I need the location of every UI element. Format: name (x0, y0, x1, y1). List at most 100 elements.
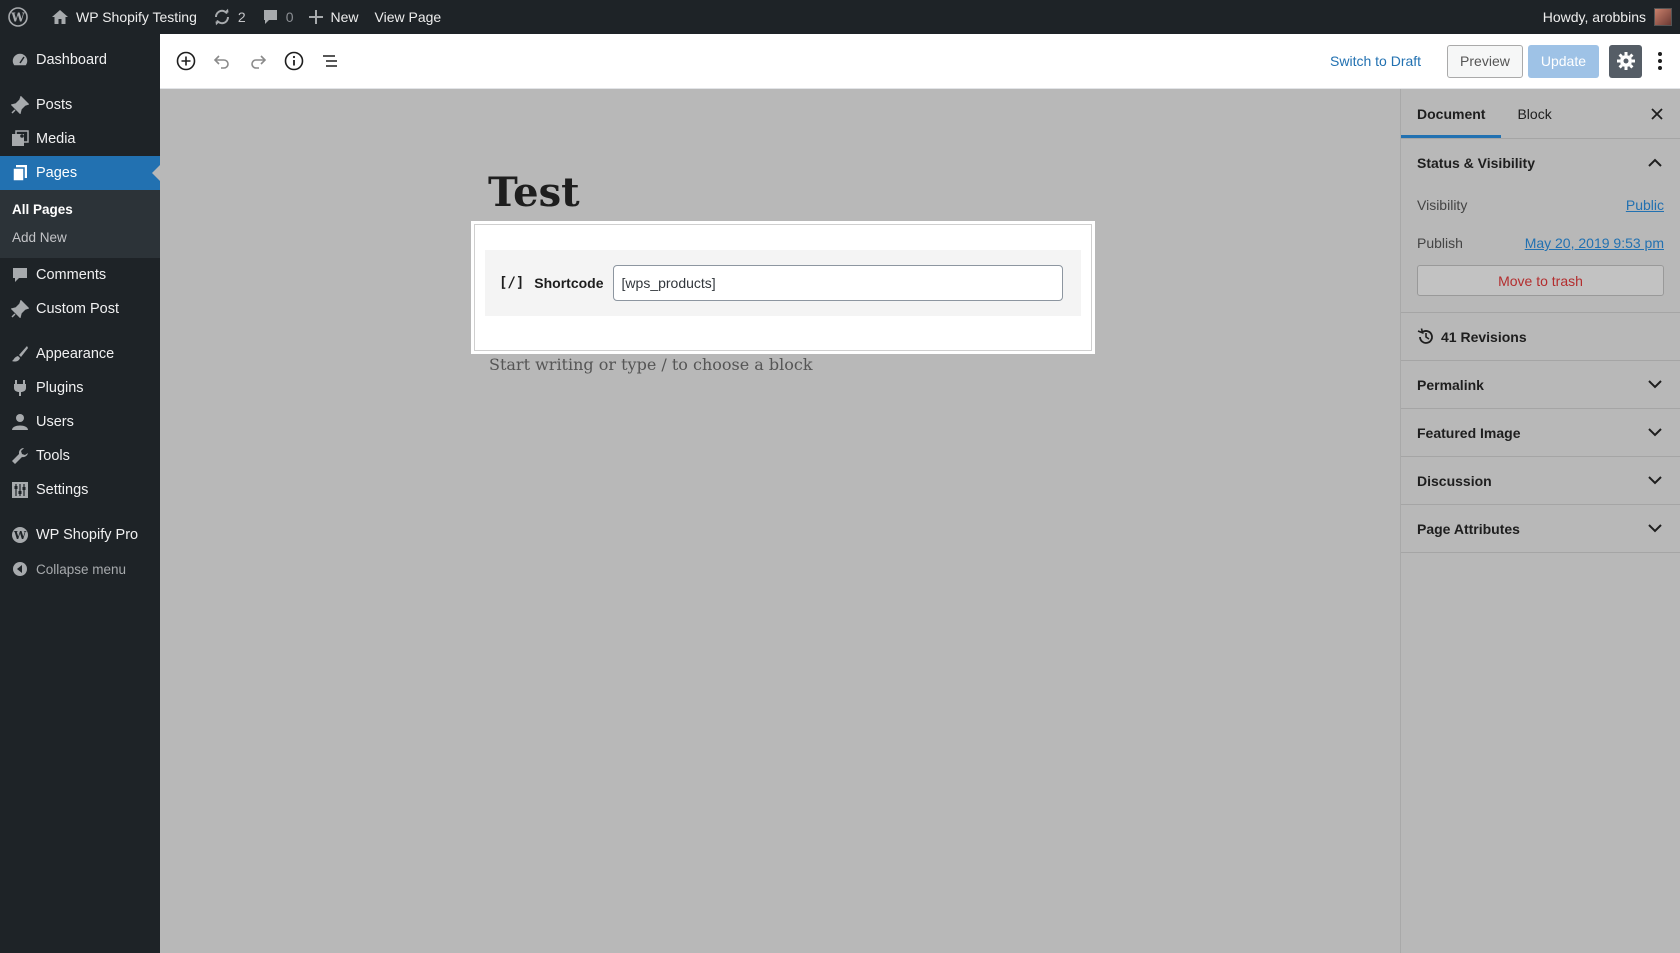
admin-bar: W WP Shopify Testing 2 0 New View Page H… (0, 0, 1680, 34)
tab-document[interactable]: Document (1401, 89, 1501, 138)
settings-toggle-button[interactable] (1609, 44, 1642, 78)
permalink-panel[interactable]: Permalink (1401, 361, 1680, 409)
info-icon (284, 51, 304, 71)
menu-custom-post[interactable]: Custom Post (0, 292, 160, 326)
menu-tools[interactable]: Tools (0, 439, 160, 473)
updates-count: 2 (237, 9, 246, 25)
tab-block[interactable]: Block (1501, 89, 1567, 138)
refresh-icon (213, 8, 231, 26)
new-content-link[interactable]: New (301, 0, 366, 34)
pin-icon (10, 95, 30, 115)
preview-button[interactable]: Preview (1447, 44, 1523, 78)
menu-label: Pages (36, 165, 78, 181)
pages-submenu: All Pages Add New (0, 190, 160, 258)
menu-comments[interactable]: Comments (0, 258, 160, 292)
panel-title: Permalink (1417, 376, 1484, 393)
shortcode-input[interactable] (612, 265, 1063, 301)
site-name-link[interactable]: WP Shopify Testing (43, 0, 205, 34)
menu-label: Users (36, 414, 74, 430)
menu-label: Appearance (36, 346, 115, 362)
view-page-label: View Page (374, 9, 442, 25)
comment-icon (10, 265, 30, 285)
update-button[interactable]: Update (1527, 44, 1599, 78)
close-sidebar-button[interactable] (1648, 105, 1666, 123)
comments-link[interactable]: 0 (254, 0, 302, 34)
admin-sidebar: Dashboard Posts Media Pages All Pages Ad… (0, 34, 160, 953)
shortcode-block[interactable]: [/] Shortcode (474, 224, 1092, 351)
panel-title: Page Attributes (1417, 520, 1520, 537)
menu-label: Plugins (36, 380, 84, 396)
menu-media[interactable]: Media (0, 122, 160, 156)
brush-icon (10, 344, 30, 364)
shortcode-icon: [/] (499, 275, 525, 291)
undo-button[interactable] (204, 43, 240, 79)
chevron-up-icon (1646, 154, 1664, 172)
new-label: New (330, 9, 359, 25)
view-page-link[interactable]: View Page (367, 0, 450, 34)
visibility-value-link[interactable]: Public (1626, 197, 1664, 213)
menu-settings[interactable]: Settings (0, 473, 160, 507)
plus-circle-icon (176, 51, 196, 71)
chevron-down-icon (1646, 520, 1664, 538)
avatar (1654, 8, 1672, 26)
menu-label: Custom Post (36, 301, 119, 317)
menu-posts[interactable]: Posts (0, 88, 160, 122)
menu-wp-shopify-pro[interactable]: W WP Shopify Pro (0, 518, 160, 552)
comments-count: 0 (285, 9, 294, 25)
wrench-icon (10, 446, 30, 466)
publish-label: Publish (1417, 235, 1463, 251)
home-icon (51, 9, 69, 25)
panel-title: Featured Image (1417, 424, 1521, 441)
svg-text:W: W (13, 529, 27, 542)
block-navigation-button[interactable] (312, 43, 348, 79)
plug-icon (10, 378, 30, 398)
redo-button[interactable] (240, 43, 276, 79)
menu-label: Media (36, 131, 76, 147)
revisions-panel[interactable]: 41 Revisions (1401, 313, 1680, 361)
menu-label: Posts (36, 97, 73, 113)
panel-title: Discussion (1417, 472, 1492, 489)
submenu-all-pages[interactable]: All Pages (0, 196, 160, 224)
more-menu-button[interactable] (1646, 43, 1674, 79)
panel-title: Status & Visibility (1417, 154, 1535, 171)
menu-users[interactable]: Users (0, 405, 160, 439)
status-visibility-panel: Status & Visibility Visibility Public Pu… (1401, 139, 1680, 313)
menu-appearance[interactable]: Appearance (0, 337, 160, 371)
featured-image-panel[interactable]: Featured Image (1401, 409, 1680, 457)
collapse-label: Collapse menu (36, 561, 127, 577)
menu-label: Comments (36, 267, 107, 283)
move-to-trash-button[interactable]: Move to trash (1417, 265, 1664, 296)
undo-icon (213, 55, 229, 69)
submenu-add-new[interactable]: Add New (0, 224, 160, 252)
gear-icon (1616, 52, 1635, 70)
collapse-menu-button[interactable]: Collapse menu (0, 552, 160, 586)
account-menu[interactable]: Howdy, arobbins (1543, 8, 1680, 26)
comment-bubble-icon (262, 9, 279, 25)
post-title[interactable]: Test (488, 169, 580, 216)
default-block-appender[interactable]: Start writing or type / to choose a bloc… (489, 355, 813, 374)
menu-dashboard[interactable]: Dashboard (0, 43, 160, 77)
chevron-down-icon (1646, 424, 1664, 442)
publish-row: Publish May 20, 2019 9:53 pm (1401, 224, 1680, 262)
add-block-button[interactable] (168, 43, 204, 79)
svg-text:W: W (10, 11, 25, 25)
discussion-panel[interactable]: Discussion (1401, 457, 1680, 505)
content-info-button[interactable] (276, 43, 312, 79)
publish-date-link[interactable]: May 20, 2019 9:53 pm (1525, 235, 1664, 251)
site-name: WP Shopify Testing (76, 9, 197, 25)
visibility-row: Visibility Public (1401, 186, 1680, 224)
switch-to-draft-button[interactable]: Switch to Draft (1330, 53, 1421, 69)
page-attributes-panel[interactable]: Page Attributes (1401, 505, 1680, 553)
menu-label: WP Shopify Pro (36, 527, 139, 543)
chevron-down-icon (1646, 472, 1664, 490)
updates-link[interactable]: 2 (205, 0, 254, 34)
wp-logo-menu[interactable]: W (0, 0, 43, 34)
list-icon (323, 55, 337, 67)
collapse-arrow-icon (10, 559, 30, 579)
menu-plugins[interactable]: Plugins (0, 371, 160, 405)
status-visibility-toggle[interactable]: Status & Visibility (1401, 139, 1680, 186)
more-vertical-icon (1658, 52, 1662, 70)
chevron-down-icon (1646, 376, 1664, 394)
menu-pages[interactable]: Pages (0, 156, 160, 190)
settings-sidebar: Document Block Status & Visibility Visib… (1400, 89, 1680, 953)
